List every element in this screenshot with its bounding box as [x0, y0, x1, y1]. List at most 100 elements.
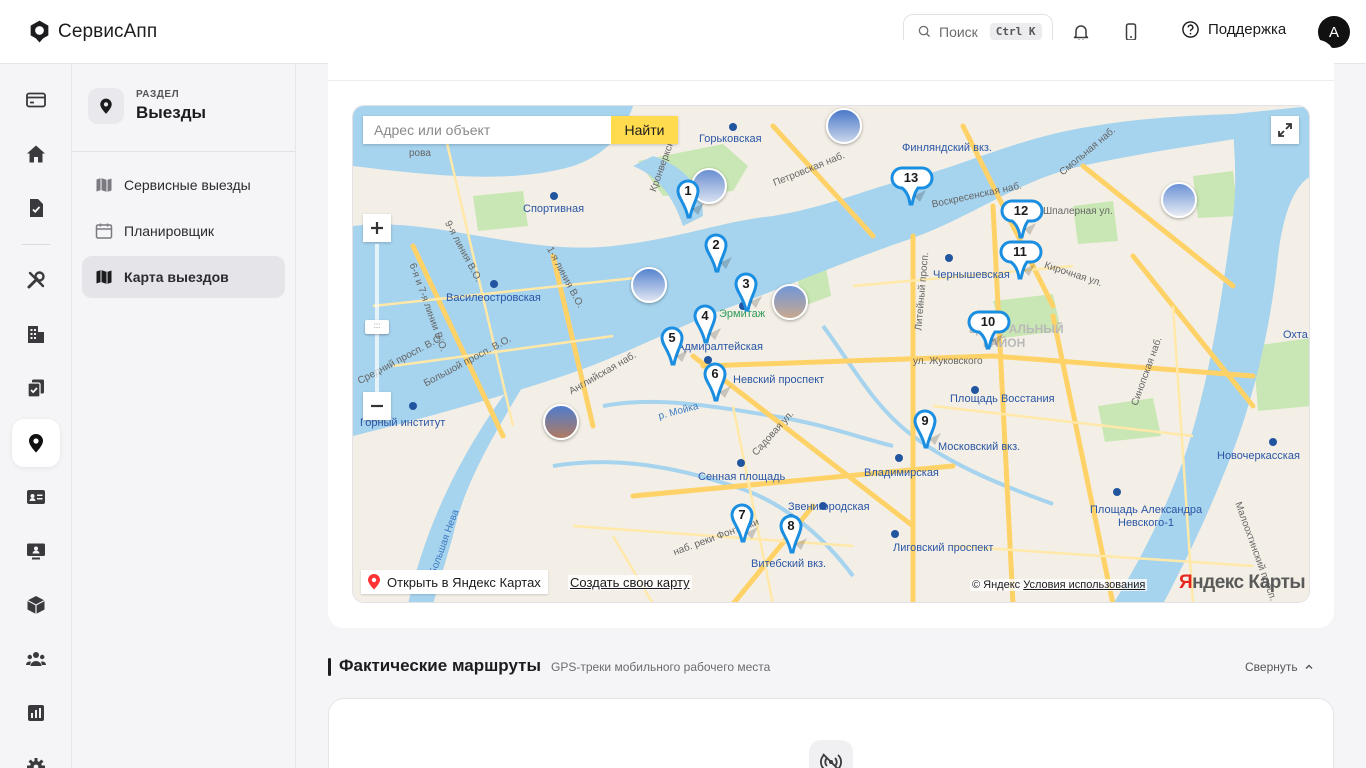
yandex-pin-icon [368, 574, 380, 590]
map-address-input[interactable] [363, 116, 611, 144]
terms-link[interactable]: Условия использования [1023, 579, 1145, 591]
landmark-photo-marker[interactable] [631, 267, 667, 303]
rail-divider [22, 244, 50, 245]
map-find-button[interactable]: Найти [611, 116, 678, 144]
nav-label: Сервисные выезды [124, 177, 251, 193]
visit-pin-5[interactable]: 5 [660, 326, 694, 366]
visit-pin-2[interactable]: 2 [704, 233, 738, 273]
nav-label: Карта выездов [124, 269, 229, 285]
landmark-photo-marker[interactable] [543, 404, 579, 440]
nav-service-visits[interactable]: Сервисные выезды [82, 164, 285, 206]
pin-number: 5 [668, 330, 676, 345]
rail-settings-button[interactable] [12, 743, 60, 768]
nav-planner[interactable]: Планировщик [82, 210, 285, 252]
yandex-maps-logo[interactable]: Яндекс Карты [1179, 572, 1306, 594]
visit-pin-1[interactable]: 1 [676, 179, 710, 219]
map-search: Найти [363, 116, 678, 144]
nav-label: Планировщик [124, 223, 215, 239]
map-icon [96, 270, 112, 284]
visit-pin-6[interactable]: 6 [703, 362, 737, 402]
minus-icon [371, 404, 383, 408]
pin-number: 8 [787, 518, 795, 533]
users-icon [26, 652, 46, 666]
fullscreen-button[interactable] [1271, 116, 1299, 144]
zoom-control: ::: [363, 214, 391, 420]
search-icon [918, 25, 931, 38]
pin-number: 7 [738, 507, 746, 522]
settings-icon [27, 758, 45, 768]
visit-pin-8[interactable]: 8 [779, 514, 813, 554]
landmark-photo-marker[interactable] [772, 284, 808, 320]
section-accent-bar [328, 658, 331, 676]
pin-number: 10 [980, 314, 996, 329]
pin-number: 6 [711, 366, 719, 381]
map-label: Витебский вкз. [751, 558, 827, 570]
rail-users-button[interactable] [12, 635, 60, 683]
map-label: Площадь Восстания [950, 393, 1055, 405]
visit-pin-3[interactable]: 3 [734, 272, 768, 312]
map-label: ул. Жуковского [913, 356, 983, 367]
routes-section-subtitle: GPS-треки мобильного рабочего места [551, 660, 771, 674]
zoom-out-button[interactable] [363, 392, 391, 420]
section-panel: РАЗДЕЛ Выезды Сервисные выезды Планировщ… [72, 64, 296, 768]
chevron-up-icon [1305, 664, 1313, 669]
calendar-icon [95, 223, 113, 239]
rail-analytics-button[interactable] [12, 689, 60, 737]
section-kicker: РАЗДЕЛ [136, 89, 180, 100]
collapse-button[interactable]: Свернуть [1245, 660, 1314, 674]
rail-home-button[interactable] [12, 130, 60, 178]
create-map-link[interactable]: Создать свою карту [568, 575, 692, 590]
landmark-photo-marker[interactable] [826, 108, 862, 144]
rail-tasks-button[interactable] [12, 364, 60, 412]
location-pin-icon [100, 98, 112, 114]
collapse-label: Свернуть [1245, 660, 1298, 674]
map-icon [96, 178, 112, 192]
map-label: Невского-1 [1118, 517, 1175, 529]
visit-pin-12[interactable]: 12 [1000, 199, 1046, 239]
visit-pin-10[interactable]: 10 [967, 310, 1013, 350]
rail-contacts-button[interactable] [12, 473, 60, 521]
pin-number: 12 [1013, 203, 1029, 218]
pin-number: 3 [742, 276, 750, 291]
landmark-photo-marker[interactable] [1161, 182, 1197, 218]
visit-pin-13[interactable]: 13 [890, 166, 936, 206]
visits-map[interactable]: Горьковская Спортивная Василеостровская … [352, 105, 1310, 603]
id-card-icon [27, 490, 45, 504]
map-label: Шпалерная ул. [1043, 206, 1113, 217]
rail-inventory-button[interactable] [12, 581, 60, 629]
plus-icon [371, 222, 383, 234]
open-yandex-maps-link[interactable]: Открыть в Яндекс Картах [361, 570, 548, 594]
rail-buildings-button[interactable] [12, 310, 60, 358]
visit-pin-11[interactable]: 11 [999, 240, 1045, 280]
bell-icon [1073, 25, 1089, 42]
map-label: ровa [409, 148, 431, 159]
zoom-handle[interactable]: ::: [365, 320, 389, 334]
copyright-text: © Яндекс [972, 579, 1021, 591]
signal-off-icon [820, 753, 842, 768]
rail-monitor-button[interactable] [12, 527, 60, 575]
nav-visits-map[interactable]: Карта выездов [82, 256, 285, 298]
visit-pin-9[interactable]: 9 [913, 409, 947, 449]
search-shortcut: Ctrl K [989, 23, 1042, 40]
brand[interactable]: СервисАпп [27, 19, 157, 44]
visit-pin-7[interactable]: 7 [730, 503, 764, 543]
rail-documents-button[interactable] [12, 184, 60, 232]
support-link[interactable]: Поддержка [1181, 20, 1286, 39]
map-label: Невский проспект [733, 374, 825, 386]
phone-icon [1125, 23, 1137, 41]
zoom-in-button[interactable] [363, 214, 391, 242]
map-label: Горьковская [699, 133, 762, 145]
section-title: Выезды [136, 103, 207, 122]
rail-visits-button[interactable] [12, 419, 60, 467]
pin-number: 1 [684, 183, 692, 198]
routes-empty-icon [809, 740, 853, 768]
expand-icon [1278, 123, 1292, 137]
search-label: Поиск [939, 23, 978, 40]
zoom-track[interactable]: ::: [365, 244, 389, 394]
app-logo-icon [30, 20, 49, 43]
rail-tools-button[interactable] [12, 256, 60, 304]
location-pin-icon [29, 434, 43, 453]
visit-pin-4[interactable]: 4 [693, 304, 727, 344]
support-label: Поддержка [1208, 21, 1287, 38]
rail-card-button[interactable] [12, 76, 60, 124]
